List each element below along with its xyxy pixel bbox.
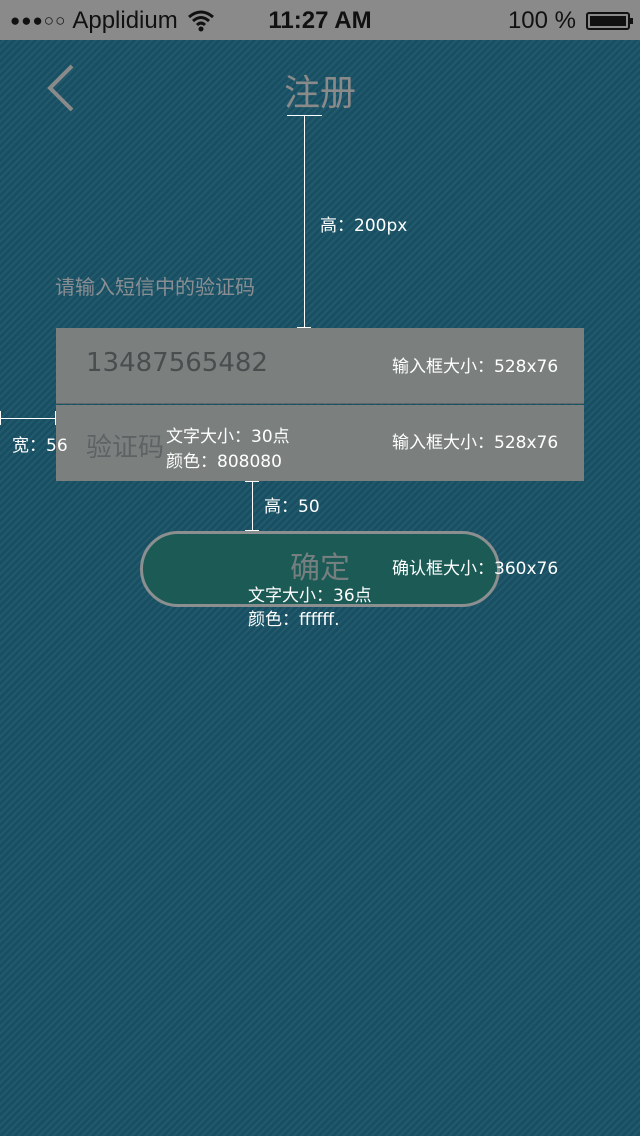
- annotation-title-gap: 高：200px: [320, 216, 408, 236]
- status-bar: ●●●○○ Applidium 11:27 AM 100 %: [0, 0, 640, 40]
- code-placeholder: 验证码: [86, 433, 165, 463]
- phone-value: 13487565482: [86, 348, 268, 378]
- annotation-left-width: 宽：56: [12, 436, 68, 456]
- annotation-text-size: 文字大小：30点: [166, 427, 290, 447]
- page-title: 注册: [283, 73, 356, 114]
- annotation-button-gap: 高：50: [264, 497, 320, 517]
- measure-tick-left: [0, 411, 1, 425]
- battery-percent: 100 %: [507, 7, 576, 34]
- measure-tick-right: [55, 411, 56, 425]
- battery-icon: [586, 12, 633, 30]
- status-right: 100 %: [507, 7, 633, 35]
- measure-line-button-gap: [252, 481, 253, 531]
- annotation-code-box-size: 输入框大小：528x76: [392, 433, 559, 453]
- battery-fill: [590, 16, 626, 26]
- sms-prompt: 请输入短信中的验证码: [55, 275, 255, 299]
- measure-line-left-margin: [0, 418, 56, 419]
- annotation-phone-box-size: 输入框大小：528x76: [392, 357, 559, 377]
- annotation-button-text-size: 文字大小：36点: [248, 586, 372, 606]
- annotation-text-color: 颜色：808080: [166, 452, 282, 472]
- annotation-button-text-color: 颜色：ffffff.: [248, 610, 340, 630]
- measure-line-title-gap: [304, 115, 305, 328]
- annotation-button-size: 确认框大小：360x76: [392, 559, 559, 579]
